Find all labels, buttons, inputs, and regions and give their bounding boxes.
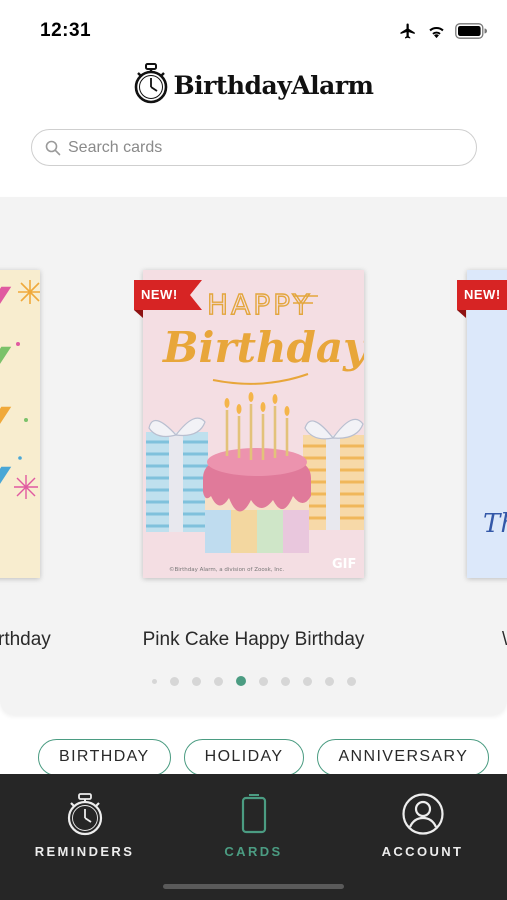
app-logo: BirthdayAlarm (0, 62, 507, 108)
category-chip-birthday[interactable]: BIRTHDAY (38, 739, 171, 776)
status-bar: 12:31 (0, 0, 507, 60)
card-left-artwork: Y Y Y Y y (0, 278, 40, 551)
card-carousel[interactable]: Y Y Y Y y HAPPY Birthday (0, 197, 507, 715)
airplane-icon (398, 22, 418, 40)
page-dot[interactable] (302, 676, 312, 686)
wifi-icon (427, 24, 446, 39)
card-title-right[interactable]: \ (502, 629, 507, 651)
tab-label-cards: CARDS (224, 844, 283, 859)
gif-label: GIF (332, 557, 356, 572)
tab-label-reminders: REMINDERS (34, 844, 135, 859)
svg-text:Y: Y (0, 398, 12, 454)
page-dot[interactable] (151, 678, 157, 684)
page-dot[interactable] (191, 676, 201, 686)
category-chip-anniversary[interactable]: ANNIVERSARY (317, 739, 490, 776)
card-happy-text: HAPPY (207, 288, 312, 321)
search-box[interactable] (31, 129, 477, 166)
battery-icon (455, 23, 487, 39)
category-chips: BIRTHDAY HOLIDAY ANNIVERSARY (38, 739, 490, 776)
tab-bar: REMINDERS CARDS ACCOUNT (0, 774, 507, 900)
svg-text:Y: Y (0, 278, 12, 334)
tab-account[interactable]: ACCOUNT (338, 774, 507, 874)
page-dot[interactable] (258, 676, 268, 686)
tab-label-account: ACCOUNT (381, 844, 464, 859)
page-dot[interactable] (324, 676, 334, 686)
new-badge-right: NEW! (457, 280, 507, 318)
tab-cards[interactable]: CARDS (169, 774, 338, 874)
page-dot-active[interactable] (235, 676, 246, 686)
home-indicator[interactable] (163, 884, 344, 889)
new-badge: NEW! (134, 280, 202, 318)
svg-text:Y: Y (0, 338, 12, 394)
card-icon (239, 792, 269, 841)
card-main-artwork: HAPPY Birthday ©Birthday Alarm, a divisi… (143, 270, 364, 578)
page-dot[interactable] (213, 676, 223, 686)
stopwatch-icon (134, 62, 168, 109)
card-title[interactable]: Pink Cake Happy Birthday (0, 629, 507, 651)
page-dot[interactable] (280, 676, 290, 686)
search-input[interactable] (68, 134, 458, 161)
card-birthday-text: Birthday (162, 323, 364, 372)
logo-text: BirthdayAlarm (173, 70, 374, 100)
tab-reminders[interactable]: REMINDERS (0, 774, 169, 874)
search-icon (45, 140, 61, 161)
card-thumbnail-left[interactable]: Y Y Y Y y (0, 270, 40, 578)
svg-text:Y: Y (0, 458, 12, 514)
card-thumbnail-right[interactable]: Th (467, 270, 507, 578)
card-right-text: Th (483, 509, 507, 539)
status-time: 12:31 (40, 20, 92, 41)
category-chip-holiday[interactable]: HOLIDAY (183, 739, 305, 776)
page-dot[interactable] (169, 676, 179, 686)
stopwatch-icon (65, 792, 105, 841)
card-right-artwork: Th (467, 270, 507, 578)
page-indicator[interactable] (0, 676, 507, 686)
page-dot[interactable] (346, 676, 356, 686)
user-icon (401, 792, 445, 841)
card-copyright: ©Birthday Alarm, a division of Zoosk, In… (169, 566, 284, 573)
card-thumbnail-pink-cake[interactable]: HAPPY Birthday ©Birthday Alarm, a divisi… (143, 270, 364, 578)
status-icons (398, 20, 487, 42)
